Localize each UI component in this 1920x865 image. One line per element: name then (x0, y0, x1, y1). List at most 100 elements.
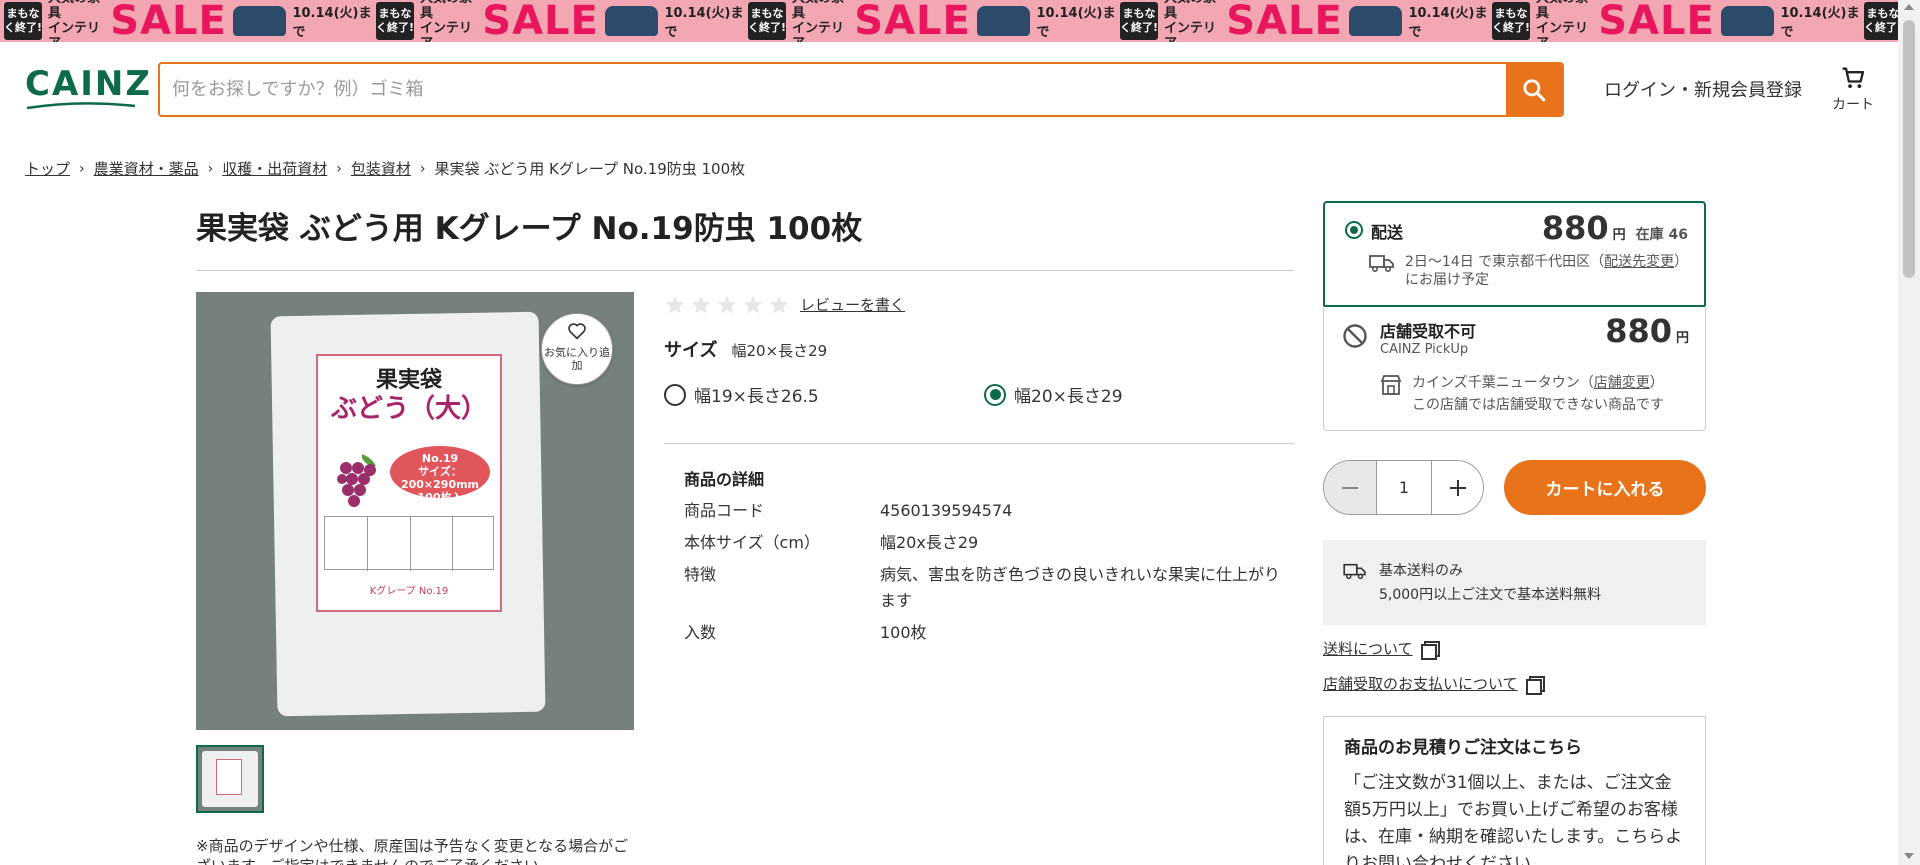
shipping-basic-fee: 基本送料のみ (1379, 563, 1463, 579)
banner-tile[interactable]: まもなく終了!人気の家具インテリアSALE10.14(火)まで (744, 0, 1116, 42)
delivery-radio[interactable] (1345, 221, 1363, 239)
banner-category: 人気の家具インテリア (1164, 0, 1220, 42)
banner-badge: まもなく終了! (1120, 2, 1159, 40)
banner-tile[interactable]: まもなく終了!人気の家具インテリアSALE10.14(火)まで (372, 0, 744, 42)
banner-tile[interactable]: まもなく終了!人気の家具インテリアSALE10.14(火)まで (1488, 0, 1860, 42)
package-brand: Kグレープ No.19 (369, 586, 449, 597)
search-bar (158, 62, 1564, 117)
banner-category: 人気の家具インテリア (1536, 0, 1592, 42)
size-option-label: 幅20×長さ29 (1014, 387, 1123, 407)
banner-tile[interactable]: まもなく終了!人気の家具インテリアSALE 10.14(火)まで (0, 0, 372, 42)
banner-badge: まもなく終了! (1492, 2, 1531, 40)
package-instructions (324, 516, 494, 571)
cart-icon (1842, 67, 1865, 89)
add-to-cart-button[interactable]: カートに入れる (1504, 460, 1706, 515)
add-to-favorites-button[interactable]: お気に入り追加 (541, 313, 613, 385)
banner-badge: まもなく終了! (4, 2, 43, 40)
pickup-payment-link[interactable]: 店舗受取のお支払いについて (1323, 673, 1545, 695)
cainz-logo[interactable]: CAINZ (25, 66, 150, 110)
size-selector-header: サイズ 幅20×長さ29 (664, 336, 827, 362)
change-address-link[interactable]: 配送先変更 (1604, 254, 1674, 270)
quantity-input[interactable] (1376, 461, 1432, 514)
banner-badge: まもなく終了! (376, 2, 415, 40)
delivery-price-yen: 円 (1612, 228, 1626, 243)
detail-key: 商品コード (684, 501, 765, 520)
prohibited-icon (1343, 324, 1367, 348)
promo-banner[interactable]: まもなく終了!人気の家具インテリアSALE10.14(火)までまもなく終了!人気… (0, 0, 1898, 42)
page-title: 果実袋 ぶどう用 Kグレープ No.19防虫 100枚 (196, 211, 863, 247)
star-icon (691, 295, 711, 314)
cart-button[interactable]: カート (1828, 64, 1878, 114)
breadcrumb-link[interactable]: 農業資材・薬品 (94, 158, 199, 179)
banner-tile[interactable]: まもなく終了!人気の家具インテリアSALE10.14(火)まで (1860, 0, 1898, 42)
banner-category: 人気の家具インテリア (792, 0, 848, 42)
change-store-link[interactable]: 店舗変更 (1594, 375, 1650, 391)
write-review-link[interactable]: レビューを書く (800, 294, 905, 315)
pickup-store-suffix: ） (1649, 375, 1664, 391)
banner-category-line2: インテリア (420, 21, 473, 42)
detail-key: 特徴 (684, 565, 717, 584)
cart-label: カート (1832, 97, 1874, 113)
size-option-radio[interactable] (984, 383, 1006, 406)
package-size: サイズ：200×290mm (400, 465, 480, 491)
scroll-thumb[interactable] (1903, 20, 1915, 278)
breadcrumb-link[interactable]: 包装資材 (351, 158, 411, 179)
search-button[interactable] (1506, 64, 1562, 115)
store-icon (1380, 375, 1402, 395)
banner-category-line2: インテリア (792, 21, 845, 42)
banner-date: 10.14(火)まで (1036, 6, 1116, 40)
scroll-up-arrow-icon[interactable] (1904, 4, 1914, 10)
size-option[interactable]: 幅19×長さ26.5 (664, 382, 819, 407)
quantity-decrease-button[interactable] (1324, 461, 1376, 514)
search-input[interactable] (160, 64, 1506, 115)
pickup-subtitle: CAINZ PickUp (1380, 342, 1469, 357)
size-selected-value: 幅20×長さ29 (731, 342, 828, 360)
store-pickup-option: 店舗受取不可 CAINZ PickUp 880 円 カインズ千葉ニュータウン（店… (1323, 306, 1706, 431)
login-register-link[interactable]: ログイン・新規会員登録 (1604, 76, 1802, 102)
size-option-label: 幅19×長さ26.5 (694, 387, 819, 407)
banner-category-line1: 人気の家具 (1536, 0, 1588, 21)
package-label: 果実袋 ぶどう（大） No.19 サイズ：200×290mm 100枚入 Kグレ… (316, 354, 502, 612)
details-divider (664, 443, 1294, 444)
delivery-eta-text: 2日〜14日 で東京都千代田区（ (1405, 254, 1605, 270)
banner-tile[interactable]: まもなく終了!人気の家具インテリアSALE10.14(火)まで (1116, 0, 1488, 42)
size-option[interactable]: 幅20×長さ29 (984, 382, 1123, 407)
banner-category: 人気の家具インテリア (420, 0, 476, 42)
delivery-eta: 2日〜14日 で東京都千代田区（配送先変更）にお届け予定 (1369, 253, 1689, 289)
banner-category-line2: インテリア (1164, 21, 1217, 42)
scroll-down-arrow-icon[interactable] (1904, 853, 1914, 859)
size-option-radio[interactable] (664, 383, 686, 406)
package-count: 100枚入 (417, 491, 463, 504)
banner-date: 10.14(火)まで (664, 6, 744, 40)
chevron-right-icon: › (79, 160, 85, 177)
favorite-label: お気に入り追加 (544, 346, 610, 372)
detail-key: 入数 (684, 623, 717, 642)
shipping-fee-link[interactable]: 送料について (1323, 638, 1440, 660)
pickup-price: 880 円 (1605, 312, 1689, 350)
banner-sale: SALE (482, 0, 599, 42)
delivery-option[interactable]: 配送 880 円 在庫 46 2日〜14日 で東京都千代田区（配送先変更）にお届… (1323, 201, 1706, 307)
banner-category: 人気の家具インテリア (48, 0, 104, 42)
breadcrumb-link[interactable]: 収穫・出荷資材 (222, 158, 327, 179)
detail-row: 本体サイズ（cm） 幅20x長さ29 (684, 530, 1290, 556)
pickup-title: 店舗受取不可 (1380, 322, 1477, 341)
breadcrumb-link[interactable]: トップ (25, 158, 70, 179)
pickup-payment-link-label: 店舗受取のお支払いについて (1323, 675, 1518, 693)
product-thumbnail[interactable] (196, 745, 264, 813)
banner-date: 10.14(火)まで (292, 6, 372, 40)
chevron-right-icon: › (336, 160, 342, 177)
banner-category-line1: 人気の家具 (792, 0, 844, 21)
detail-row: 商品コード 4560139594574 (684, 498, 1290, 524)
pickup-price-yen: 円 (1675, 331, 1689, 346)
banner-sale: SALE (110, 0, 227, 42)
pickup-store-name: カインズ千葉ニュータウン（ (1412, 375, 1594, 391)
quantity-increase-button[interactable] (1432, 461, 1483, 514)
banner-category-line1: 人気の家具 (420, 0, 472, 21)
page-scrollbar[interactable] (1898, 0, 1920, 865)
detail-row: 入数 100枚 (684, 620, 1290, 646)
breadcrumb-current: 果実袋 ぶどう用 Kグレープ No.19防虫 100枚 (434, 160, 746, 178)
banner-badge: まもなく終了! (748, 2, 787, 40)
star-icon (743, 295, 763, 314)
truck-icon (1343, 563, 1366, 580)
banner-category-line1: 人気の家具 (1164, 0, 1216, 21)
